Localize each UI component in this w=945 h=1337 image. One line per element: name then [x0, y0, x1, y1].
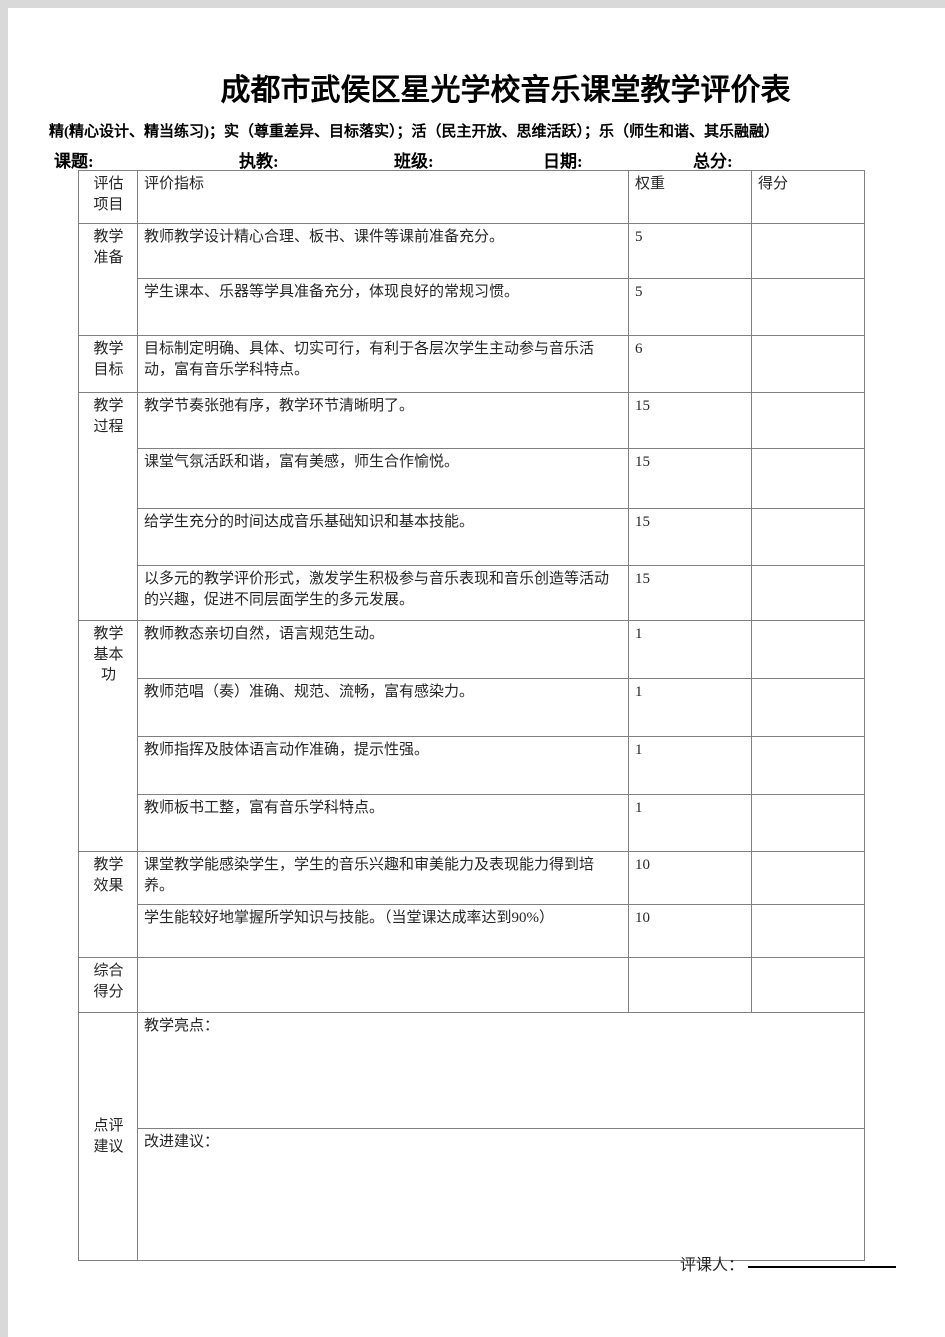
score-cell[interactable]	[751, 223, 865, 279]
category-cell-teaching-effectiveness: 教学 效果	[78, 851, 138, 958]
table-row: 教学 基本 功 教师教态亲切自然，语言规范生动。 1	[78, 620, 865, 852]
score-cell[interactable]	[751, 678, 865, 737]
weight-cell: 10	[628, 851, 752, 905]
score-cell[interactable]	[751, 794, 865, 852]
table-row: 学生课本、乐器等学具准备充分，体现良好的常规习惯。 5	[79, 278, 865, 336]
score-cell[interactable]	[751, 508, 865, 566]
weight-cell: 15	[628, 392, 752, 449]
indicator-cell: 教师板书工整，富有音乐学科特点。	[137, 794, 629, 852]
table-row: 教学 准备 教师教学设计精心合理、板书、课件等课前准备充分。 5	[78, 223, 865, 336]
document-subtitle: 精(精心设计、精当练习)；实（尊重差异、目标落实）；活（民主开放、思维活跃）；乐…	[49, 124, 779, 140]
indicator-cell: 教师教态亲切自然，语言规范生动。	[137, 620, 629, 679]
weight-cell: 1	[628, 794, 752, 852]
header-score: 得分	[751, 170, 865, 224]
weight-cell: 5	[628, 223, 752, 279]
meta-fields-row: 课题: 执教: 班级: 日期: 总分:	[54, 147, 934, 171]
weight-cell[interactable]	[628, 957, 752, 1013]
header-weight: 权重	[628, 170, 752, 224]
weight-cell: 1	[628, 678, 752, 737]
indicator-cell[interactable]	[137, 957, 629, 1013]
weight-cell: 1	[628, 620, 752, 679]
score-cell[interactable]	[751, 851, 865, 905]
page-chrome-left-band	[0, 0, 8, 1337]
indicator-cell: 给学生充分的时间达成音乐基础知识和基本技能。	[137, 508, 629, 566]
indicator-cell: 教学节奏张弛有序，教学环节清晰明了。	[137, 392, 629, 449]
indicator-cell: 以多元的教学评价形式，激发学生积极参与音乐表现和音乐创造等活动的兴趣，促进不同层…	[137, 565, 629, 621]
table-row: 课堂气氛活跃和谐，富有美感，师生合作愉悦。 15	[79, 448, 865, 509]
header-category: 评估 项目	[78, 170, 138, 224]
score-cell[interactable]	[751, 736, 865, 795]
page-title: 成都市武侯区星光学校音乐课堂教学评价表	[220, 74, 791, 107]
table-row: 教学 过程 教学节奏张弛有序，教学环节清晰明了。 15	[78, 392, 865, 621]
table-row: 改进建议：	[79, 1128, 865, 1261]
weight-cell: 6	[628, 335, 752, 393]
category-cell-teaching-basic-skills: 教学 基本 功	[78, 620, 138, 852]
table-row: 教师板书工整，富有音乐学科特点。 1	[79, 794, 865, 852]
indicator-cell: 教师指挥及肢体语言动作准确，提示性强。	[137, 736, 629, 795]
category-cell-overall-score: 综合 得分	[78, 957, 138, 1013]
meta-field-teacher[interactable]: 执教:	[239, 147, 279, 172]
weight-cell: 15	[628, 565, 752, 621]
reviewer-label: 评课人：	[680, 1257, 745, 1274]
weight-cell: 10	[628, 904, 752, 958]
score-cell[interactable]	[751, 904, 865, 958]
weight-cell: 1	[628, 736, 752, 795]
indicator-cell: 课堂气氛活跃和谐，富有美感，师生合作愉悦。	[137, 448, 629, 509]
score-cell[interactable]	[751, 392, 865, 449]
weight-cell: 15	[628, 508, 752, 566]
comment-block-highlights[interactable]: 教学亮点：	[137, 1012, 865, 1129]
table-row: 以多元的教学评价形式，激发学生积极参与音乐表现和音乐创造等活动的兴趣，促进不同层…	[79, 565, 865, 621]
evaluation-table: 评估 项目 评价指标 权重 得分 教学 准备 教师教学设计精心合理、板书、课件等…	[78, 170, 865, 1261]
table-row: 教学 效果 课堂教学能感染学生，学生的音乐兴趣和审美能力及表现能力得到培养。 1…	[78, 851, 865, 958]
meta-field-date[interactable]: 日期:	[543, 147, 583, 172]
score-cell[interactable]	[751, 278, 865, 336]
score-cell[interactable]	[751, 335, 865, 393]
header-indicator: 评价指标	[137, 170, 629, 224]
page-chrome-top-band	[0, 0, 945, 8]
weight-cell: 15	[628, 448, 752, 509]
weight-cell: 5	[628, 278, 752, 336]
reviewer-signature: 评课人：	[680, 1251, 897, 1275]
meta-field-class[interactable]: 班级:	[394, 147, 434, 172]
indicator-cell: 教师教学设计精心合理、板书、课件等课前准备充分。	[137, 223, 629, 279]
meta-field-total[interactable]: 总分:	[693, 147, 733, 172]
meta-field-topic[interactable]: 课题:	[54, 147, 94, 172]
indicator-cell: 学生课本、乐器等学具准备充分，体现良好的常规习惯。	[137, 278, 629, 336]
indicator-cell: 目标制定明确、具体、切实可行，有利于各层次学生主动参与音乐活动，富有音乐学科特点…	[137, 335, 629, 393]
category-cell-teaching-process: 教学 过程	[78, 392, 138, 621]
indicator-cell: 教师范唱（奏）准确、规范、流畅，富有感染力。	[137, 678, 629, 737]
table-row: 点评 建议 教学亮点：	[78, 1012, 865, 1261]
category-cell-comments-suggestions: 点评 建议	[78, 1012, 138, 1261]
table-row: 学生能较好地掌握所学知识与技能。（当堂课达成率达到90%） 10	[79, 904, 865, 958]
category-cell-teaching-preparation: 教学 准备	[78, 223, 138, 336]
reviewer-signature-line[interactable]	[748, 1266, 897, 1268]
table-row: 教师范唱（奏）准确、规范、流畅，富有感染力。 1	[79, 678, 865, 737]
document-sheet: 成都市武侯区星光学校音乐课堂教学评价表 精(精心设计、精当练习)；实（尊重差异、…	[8, 8, 945, 1337]
score-cell[interactable]	[751, 957, 865, 1013]
indicator-cell: 学生能较好地掌握所学知识与技能。（当堂课达成率达到90%）	[137, 904, 629, 958]
table-row: 给学生充分的时间达成音乐基础知识和基本技能。 15	[79, 508, 865, 566]
indicator-cell: 课堂教学能感染学生，学生的音乐兴趣和审美能力及表现能力得到培养。	[137, 851, 629, 905]
score-cell[interactable]	[751, 565, 865, 621]
table-row: 教师指挥及肢体语言动作准确，提示性强。 1	[79, 736, 865, 795]
score-cell[interactable]	[751, 620, 865, 679]
comment-block-improvements[interactable]: 改进建议：	[137, 1128, 865, 1261]
category-cell-teaching-objectives: 教学 目标	[78, 335, 138, 393]
table-header-row: 评估 项目 评价指标 权重 得分	[78, 170, 865, 224]
table-row: 教学 目标 目标制定明确、具体、切实可行，有利于各层次学生主动参与音乐活动，富有…	[78, 335, 865, 393]
table-row: 综合 得分	[78, 957, 865, 1013]
score-cell[interactable]	[751, 448, 865, 509]
